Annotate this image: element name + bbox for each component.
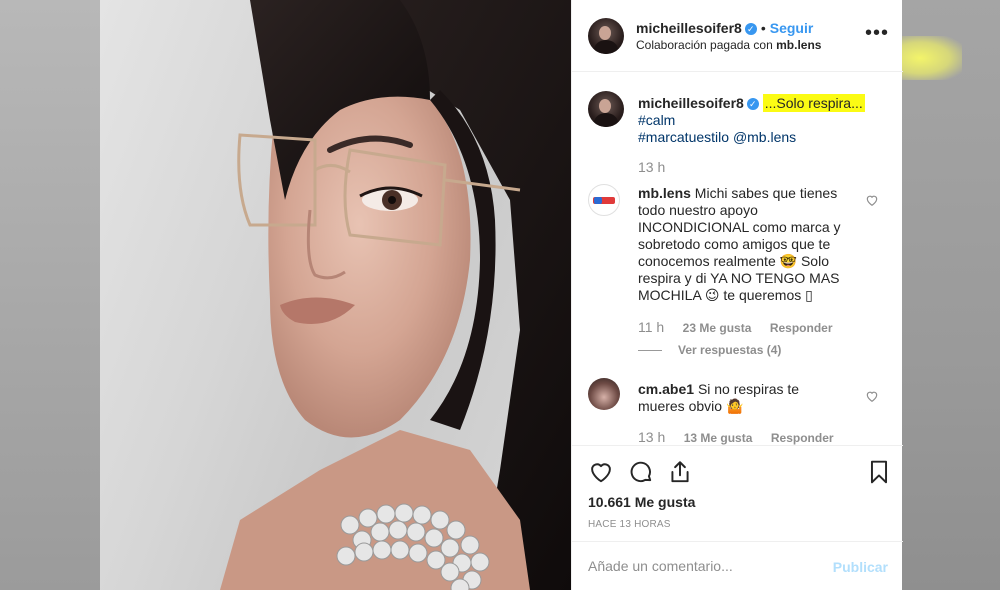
author-avatar[interactable] — [588, 18, 624, 54]
background-right — [902, 0, 1000, 590]
action-bar: 10.661 Me gusta HACE 13 HORAS — [572, 445, 903, 541]
paid-partnership-label: Colaboración pagada con — [636, 38, 773, 52]
caption-hashtag-calm[interactable]: #calm — [638, 112, 888, 129]
emoji-nerd-icon: 🤓 — [779, 253, 798, 269]
view-replies-label[interactable]: Ver respuestas (4) — [678, 343, 781, 357]
cmabe1-avatar[interactable] — [588, 378, 620, 410]
background-blur — [902, 36, 962, 80]
replies-divider — [638, 350, 662, 352]
emoji-missing-glyph-icon: ▯ — [805, 287, 813, 303]
separator-dot: • — [760, 20, 766, 36]
comment-time[interactable]: 13 h — [638, 429, 665, 445]
caption-highlighted-text: ...Solo respira... — [762, 94, 865, 112]
add-comment-bar: Publicar — [572, 541, 903, 590]
reply-button[interactable]: Responder — [770, 321, 833, 335]
paid-partnership-line: Colaboración pagada con mb.lens — [636, 38, 821, 52]
author-line: micheillesoifer8 ✓ • Seguir — [636, 20, 813, 38]
reply-button[interactable]: Responder — [771, 431, 834, 445]
portrait-illustration — [220, 0, 571, 590]
comment-like-heart-icon[interactable] — [865, 193, 879, 207]
comment-likes[interactable]: 13 Me gusta — [684, 431, 753, 445]
view-replies[interactable]: Ver respuestas (4) — [638, 343, 781, 357]
post-side-panel: micheillesoifer8 ✓ • Seguir Colaboración pa… — [571, 0, 903, 590]
caption-avatar[interactable] — [588, 91, 624, 127]
caption-mention[interactable]: @mb.lens — [733, 129, 796, 145]
comment-like-heart-icon[interactable] — [865, 389, 879, 403]
like-heart-icon[interactable] — [588, 459, 614, 485]
background-left — [0, 0, 100, 590]
caption-hashtag-marcatuestilo[interactable]: #marcatuestilo — [638, 129, 729, 145]
caption-username[interactable]: micheillesoifer8 — [638, 95, 744, 111]
comment-text: cm.abe1 Si no respiras te mueres obvio 🤷 — [638, 381, 848, 415]
mblens-avatar[interactable] — [588, 184, 620, 216]
likes-count[interactable]: 10.661 Me gusta — [588, 494, 695, 510]
bookmark-icon[interactable] — [866, 459, 892, 485]
comment-username[interactable]: mb.lens — [638, 185, 691, 201]
paid-partner-link[interactable]: mb.lens — [776, 38, 821, 52]
comment-input[interactable] — [588, 558, 818, 574]
share-icon[interactable] — [667, 459, 693, 485]
caption-time[interactable]: 13 h — [638, 159, 665, 175]
more-options-icon[interactable]: ••• — [865, 22, 889, 45]
comment-meta: 11 h 23 Me gusta Responder — [638, 319, 833, 337]
verified-badge-icon: ✓ — [746, 98, 759, 110]
caption-line-3: #marcatuestilo @mb.lens — [638, 129, 888, 146]
comment-meta: 13 h 13 Me gusta Responder — [638, 429, 834, 445]
publish-button[interactable]: Publicar — [833, 559, 888, 575]
comment-body-3: te queremos — [723, 287, 802, 303]
comment-text: mb.lens Michi sabes que tienes todo nues… — [638, 185, 848, 304]
comment-time[interactable]: 11 h — [638, 319, 664, 335]
emoji-wink-icon: 😉 — [704, 287, 720, 303]
post-header: micheillesoifer8 ✓ • Seguir Colaboración pa… — [572, 0, 903, 72]
comments-list[interactable]: micheillesoifer8 ✓ ...Solo respira... #ca… — [572, 73, 903, 445]
post-photo[interactable] — [100, 0, 571, 590]
author-username[interactable]: micheillesoifer8 — [636, 20, 742, 36]
post-time-ago[interactable]: HACE 13 HORAS — [588, 519, 671, 530]
comment-bubble-icon[interactable] — [628, 459, 654, 485]
verified-badge-icon: ✓ — [744, 23, 757, 35]
follow-button[interactable]: Seguir — [770, 20, 814, 36]
comment-username[interactable]: cm.abe1 — [638, 381, 694, 397]
caption-line-1: micheillesoifer8 ✓ ...Solo respira... — [638, 94, 888, 112]
caption: micheillesoifer8 ✓ ...Solo respira... #ca… — [638, 94, 888, 146]
emoji-shrug-icon: 🤷 — [725, 398, 744, 414]
comment-likes[interactable]: 23 Me gusta — [683, 321, 752, 335]
